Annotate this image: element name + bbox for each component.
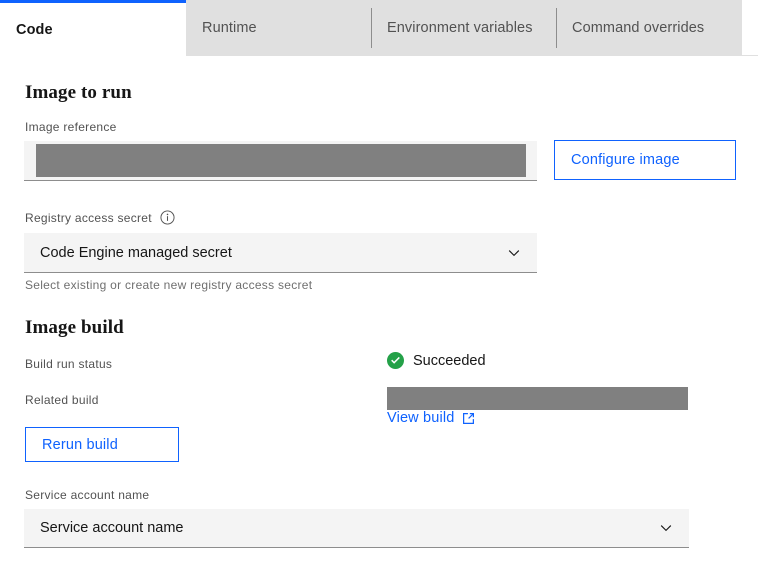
chevron-down-icon	[660, 525, 672, 532]
checkmark-filled-icon	[387, 352, 404, 369]
image-reference-label: Image reference	[25, 120, 117, 134]
related-build-label: Related build	[25, 393, 99, 407]
build-run-status-value-row: Succeeded	[387, 352, 486, 369]
registry-access-secret-helper-text: Select existing or create new registry a…	[25, 278, 313, 292]
view-build-link-label: View build	[387, 410, 455, 426]
chevron-down-icon	[508, 249, 520, 256]
rerun-build-button-label: Rerun build	[42, 436, 118, 453]
tab-bar: Code Runtime Environment variables Comma…	[0, 0, 742, 56]
image-to-run-heading: Image to run	[25, 82, 132, 103]
build-run-status-label: Build run status	[25, 357, 113, 371]
build-run-status-text: Succeeded	[413, 352, 486, 369]
service-account-name-label: Service account name	[25, 488, 150, 502]
related-build-redaction	[387, 387, 688, 410]
tab-environment-variables[interactable]: Environment variables	[371, 0, 556, 56]
tab-environment-variables-label: Environment variables	[387, 19, 533, 36]
tab-code[interactable]: Code	[0, 0, 186, 56]
registry-access-secret-value: Code Engine managed secret	[40, 244, 232, 261]
tab-command-overrides-label: Command overrides	[572, 19, 705, 36]
image-build-heading: Image build	[25, 317, 124, 338]
rerun-build-button[interactable]: Rerun build	[25, 427, 179, 462]
configure-image-button[interactable]: Configure image	[554, 140, 736, 180]
image-reference-input[interactable]	[24, 141, 537, 181]
tab-runtime[interactable]: Runtime	[186, 0, 371, 56]
view-build-link[interactable]: View build	[387, 410, 476, 426]
service-account-name-dropdown[interactable]: Service account name	[24, 509, 689, 548]
tab-code-label: Code	[16, 21, 53, 38]
image-reference-redaction	[36, 144, 526, 177]
service-account-name-value: Service account name	[40, 520, 184, 536]
tab-panel-code: Image to run Image reference Configure i…	[0, 56, 758, 561]
tab-runtime-label: Runtime	[202, 19, 257, 36]
registry-access-secret-dropdown[interactable]: Code Engine managed secret	[24, 233, 537, 273]
launch-icon	[463, 412, 475, 424]
configure-image-button-label: Configure image	[571, 152, 680, 168]
tab-bar-tail	[742, 0, 758, 56]
registry-access-secret-label-row: Registry access secret	[25, 210, 175, 225]
registry-access-secret-label: Registry access secret	[25, 210, 152, 225]
info-icon[interactable]	[160, 210, 175, 225]
tab-command-overrides[interactable]: Command overrides	[556, 0, 742, 56]
